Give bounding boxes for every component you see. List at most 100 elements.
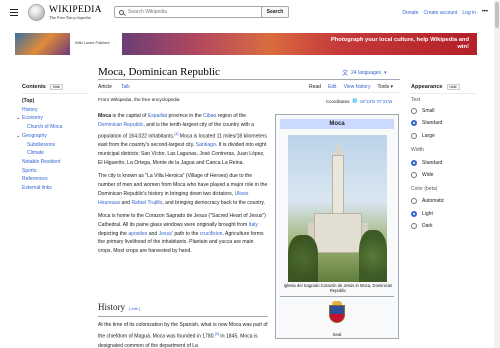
link-dominican-republic[interactable]: Dominican Republic [98, 122, 143, 128]
banner-text[interactable]: Photograph your local culture, help Wiki… [319, 37, 469, 51]
coordinates: Coordinates: 🌐 19°23′N 70°31′W [326, 98, 392, 104]
seal-shield [329, 305, 345, 323]
scrollbar-thumb[interactable] [495, 2, 499, 28]
radio-label: Standard [422, 160, 443, 166]
paragraph-heroes: The city is known as "La Villa Heroica" … [98, 172, 268, 208]
link-italy[interactable]: Italy [249, 222, 258, 228]
bold-subject: Moca [98, 113, 112, 119]
text: ' path to the [171, 230, 200, 237]
coordinates-link[interactable]: 19°23′N 70°31′W [360, 99, 393, 104]
text: depicting the [98, 230, 129, 237]
main-menu-icon[interactable] [10, 9, 18, 16]
toc-label: Economy [22, 115, 43, 122]
radio-label: Wide [422, 172, 434, 178]
link-jesus[interactable]: Jesus [159, 231, 172, 237]
church-photo[interactable] [288, 135, 387, 282]
radio-dot[interactable] [411, 160, 417, 166]
toc-item-top[interactable]: (Top) [16, 97, 62, 106]
paragraph-intro: Moca is the capital of Espaillat provinc… [98, 112, 268, 168]
radio-color-dark[interactable]: Dark [411, 223, 433, 229]
history-heading: History [ edit ] [98, 302, 140, 312]
search-placeholder: Search Wikipedia [128, 9, 167, 15]
infobox-divider [280, 296, 394, 297]
link-crucifixion[interactable]: crucifixion [200, 231, 223, 237]
appearance-divider [411, 93, 477, 94]
text: is the capital of [111, 113, 148, 119]
radio-color-automatic[interactable]: Automatic [411, 198, 444, 204]
infobox-title: Moca [280, 119, 394, 129]
radio-dot[interactable] [411, 211, 417, 217]
radio-width-standard[interactable]: Standard [411, 160, 442, 166]
toc-item-external-links[interactable]: External links [16, 184, 62, 193]
site-subtitle: From Wikipedia, the free encyclopedia [98, 98, 180, 103]
toc-item-history[interactable]: History [16, 106, 62, 115]
table-of-contents: (Top) History ⌄ Economy Church of Moca ⌄ G… [16, 97, 62, 193]
radio-color-light[interactable]: Light [411, 211, 433, 217]
reference-link[interactable]: [5] [215, 332, 219, 336]
language-count: 24 languages [351, 69, 382, 76]
appearance-title: Appearance [411, 84, 443, 90]
logo-subtitle: The Free Encyclopedia [49, 15, 91, 20]
chevron-down-icon: ▾ [384, 69, 387, 76]
more-options-icon[interactable]: ••• [482, 9, 488, 15]
personal-tools: Donate Create account Log in [402, 10, 476, 16]
wikipedia-wordmark[interactable]: WIKIPEDIA The Free Encyclopedia [49, 5, 102, 20]
link-cibao[interactable]: Cibao [203, 113, 216, 119]
title-divider [98, 79, 400, 80]
radio-dot[interactable] [411, 198, 417, 204]
link-espaillat[interactable]: Espaillat [148, 113, 167, 119]
toc-item-geography[interactable]: ⌄ Geography [16, 132, 62, 141]
paragraph-cathedral: Moca is home to the Corazon Sagrado de J… [98, 212, 268, 257]
page-scrollbar[interactable] [494, 0, 500, 348]
radio-width-wide[interactable]: Wide [411, 172, 433, 178]
radio-label: Automatic [422, 198, 445, 204]
history-paragraph: At the time of its colonization by the S… [98, 321, 268, 348]
contents-divider [22, 93, 88, 94]
text: province in the [167, 113, 204, 119]
chevron-down-icon: ▾ [390, 84, 394, 90]
radio-text-small[interactable]: Small [411, 108, 435, 114]
radio-dot[interactable] [411, 172, 417, 178]
text: and [147, 230, 159, 237]
logo-title: WIKIPEDIA [49, 5, 102, 15]
create-account-link[interactable]: Create account [423, 10, 457, 16]
radio-label: Light [422, 211, 433, 217]
radio-dot[interactable] [411, 133, 417, 139]
seal-image[interactable] [326, 301, 348, 329]
link-santiago[interactable]: Santiago [196, 142, 216, 148]
radio-dot[interactable] [411, 120, 417, 126]
toc-item-references[interactable]: References [16, 175, 62, 184]
radio-text-standard[interactable]: Standard [411, 120, 442, 126]
contents-hide-button[interactable]: hide [49, 84, 64, 90]
log-in-link[interactable]: Log in [462, 10, 476, 16]
banner-logo: Wiki Loves Folklore [75, 40, 110, 45]
toc-item-economy[interactable]: ⌄ Economy [16, 114, 62, 123]
toc-item-climate[interactable]: Climate [16, 149, 62, 158]
text-size-label: Text [411, 97, 421, 103]
toc-item-sports[interactable]: Sports [16, 167, 62, 176]
tools-label: Tools [377, 84, 390, 90]
toc-item-subdivisions[interactable]: Subdivisions [16, 141, 62, 150]
radio-dot[interactable] [411, 108, 417, 114]
radio-dot[interactable] [411, 223, 417, 229]
contents-header: Contents hide [22, 84, 64, 90]
language-button[interactable]: 文 24 languages ▾ [342, 68, 387, 78]
radio-label: Standard [422, 120, 443, 126]
wikipedia-globe-logo[interactable] [28, 4, 45, 21]
seal-label: Seal [332, 332, 342, 337]
photo-nave [314, 213, 362, 253]
link-rafael-trujillo[interactable]: Rafael Trujillo [131, 200, 162, 206]
globe-icon[interactable]: 🌐 [352, 98, 357, 104]
appearance-hide-button[interactable]: hide [446, 84, 460, 90]
toc-item-notable-resident[interactable]: Notable Resident [16, 158, 62, 167]
campaign-banner[interactable]: Wiki Loves Folklore Photograph your loca… [15, 33, 477, 55]
text: , and bringing democracy back to the cou… [162, 199, 265, 206]
link-apostles[interactable]: apostles [128, 231, 147, 237]
edit-section-link[interactable]: [ edit ] [129, 306, 140, 311]
photo-tree [359, 230, 387, 282]
radio-text-large[interactable]: Large [411, 133, 435, 139]
text: and [120, 199, 132, 206]
donate-link[interactable]: Donate [402, 10, 418, 16]
search-button[interactable]: Search [261, 6, 289, 18]
toc-item-church-of-moca[interactable]: Church of Moca [16, 123, 62, 132]
